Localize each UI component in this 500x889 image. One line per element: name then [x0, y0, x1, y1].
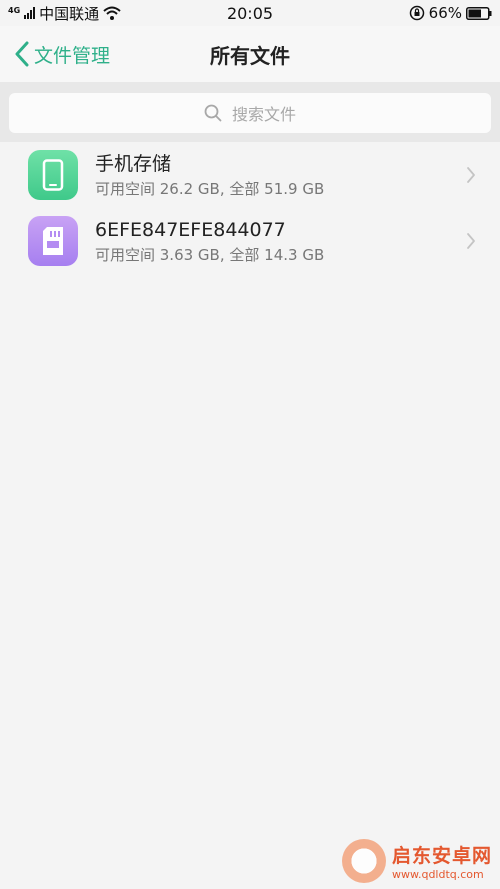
signal-icon [24, 7, 36, 19]
storage-title: 手机存储 [95, 153, 172, 175]
watermark-logo-icon [341, 839, 386, 883]
list-item-text: 手机存储 可用空间 26.2 GB, 全部 51.9 GB [95, 151, 324, 199]
network-type: 4G [8, 5, 21, 15]
carrier-name: 中国联通 [39, 4, 100, 23]
watermark: 启东安卓网 www.qdldtq.com [341, 839, 492, 883]
phone-icon [28, 150, 78, 200]
chevron-left-icon [15, 41, 29, 67]
storage-list: 手机存储 可用空间 26.2 GB, 全部 51.9 GB 6EFE847EFE… [0, 142, 500, 274]
back-button[interactable]: 文件管理 [14, 38, 110, 70]
chevron-right-icon [467, 167, 475, 183]
back-label: 文件管理 [34, 44, 111, 67]
status-left: 4G 中国联通 [8, 3, 121, 24]
battery-percent: 66% [428, 4, 462, 22]
storage-title: 6EFE847EFE844077 [95, 219, 286, 241]
status-bar: 4G 中国联通 20:05 66% [0, 0, 500, 26]
rotation-lock-icon [409, 5, 424, 21]
list-item-phone-storage[interactable]: 手机存储 可用空间 26.2 GB, 全部 51.9 GB [0, 142, 500, 208]
app-header: 文件管理 所有文件 [0, 26, 500, 82]
chevron-right-icon [467, 233, 475, 249]
search-icon [204, 104, 222, 122]
storage-usage: 可用空间 26.2 GB, 全部 51.9 GB [95, 180, 325, 198]
status-right: 66% [409, 4, 492, 22]
list-item-sd-card[interactable]: 6EFE847EFE844077 可用空间 3.63 GB, 全部 14.3 G… [0, 208, 500, 274]
storage-usage: 可用空间 3.63 GB, 全部 14.3 GB [95, 246, 325, 264]
screen: 4G 中国联通 20:05 66% 文件管理 所有文件 搜索文件 手机存储 可用… [0, 0, 500, 889]
list-item-text: 6EFE847EFE844077 可用空间 3.63 GB, 全部 14.3 G… [95, 217, 324, 265]
search-input[interactable]: 搜索文件 [9, 93, 491, 133]
watermark-text: 启东安卓网 www.qdldtq.com [392, 841, 492, 881]
watermark-url: www.qdldtq.com [391, 868, 484, 881]
search-bar-area: 搜索文件 [0, 82, 500, 142]
sd-card-icon [28, 216, 78, 266]
watermark-title: 启东安卓网 [391, 845, 492, 867]
battery-icon [466, 6, 492, 20]
wifi-icon [103, 6, 121, 20]
search-placeholder: 搜索文件 [231, 105, 296, 124]
